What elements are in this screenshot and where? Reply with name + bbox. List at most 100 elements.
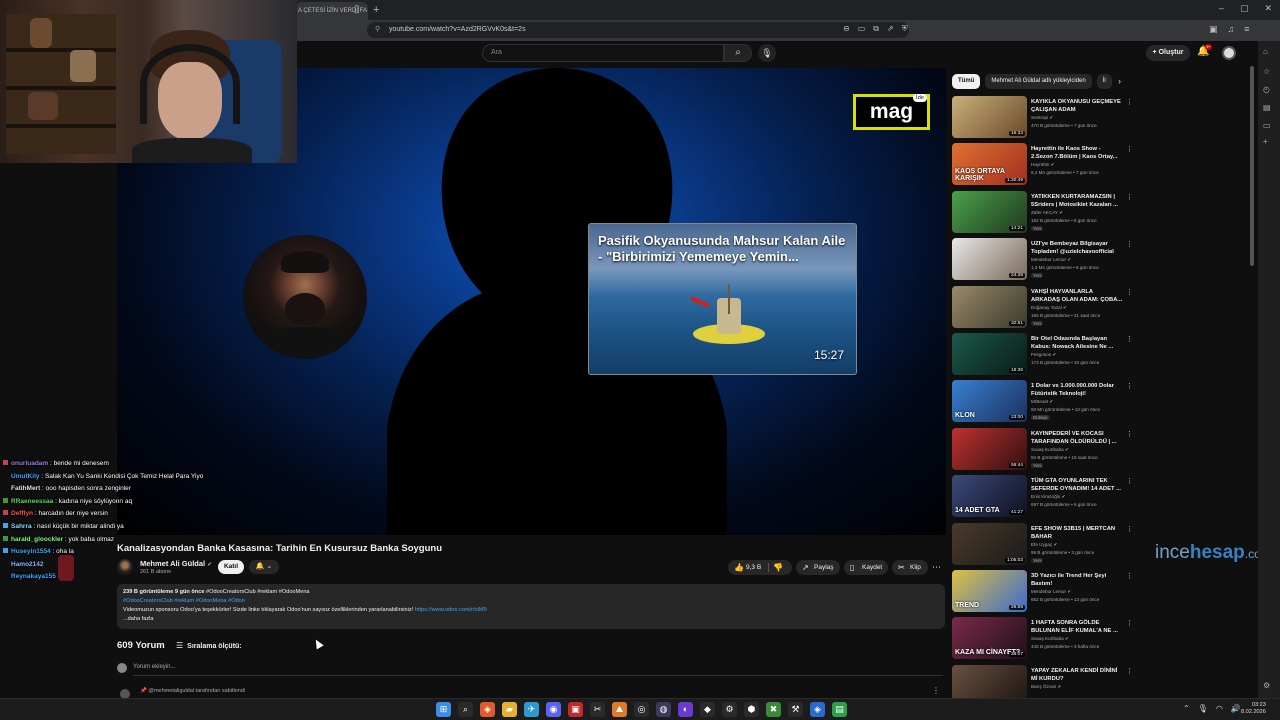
file-explorer-icon[interactable]: ▰	[502, 702, 517, 717]
create-button[interactable]: + Oluştur	[1146, 45, 1190, 61]
recommended-video[interactable]: 1:05:03 EFE SHOW S3B15 | MERTCAN BAHAR Efe…	[952, 522, 1138, 570]
chip-related[interactable]: İl	[1096, 74, 1112, 89]
site-info-icon[interactable]: ⚲	[375, 25, 380, 33]
settings-icon[interactable]: ⚙	[722, 702, 737, 717]
search-input[interactable]: Ara	[482, 44, 724, 62]
video-title[interactable]: VAHŞİ HAYVANLARLA ARKADAŞ OLAN ADAM: ÇOB…	[1031, 288, 1123, 304]
channel-name[interactable]: Fesgosoo ✔	[1031, 352, 1056, 358]
channel-name[interactable]: Zafer AKCAY ✔	[1031, 210, 1063, 216]
channel-name[interactable]: Mendebur Lemur ✔	[1031, 257, 1071, 263]
video-thumbnail[interactable]: 16:33	[952, 96, 1027, 138]
more-options-icon[interactable]: ⋮	[1126, 382, 1133, 390]
video-title[interactable]: 3D Yazıcı ile Trend Her Şeyi Bastım!	[1031, 572, 1123, 588]
chat-username[interactable]: RRaeneessaa	[11, 498, 53, 505]
video-title[interactable]: TÜM GTA OYUNLARINI TEK SEFERDE OYNADIM! …	[1031, 477, 1123, 493]
add-panel-icon[interactable]: +	[1263, 137, 1268, 146]
chat-username[interactable]: onurluadam	[11, 460, 48, 467]
telegram-icon[interactable]: ✈	[524, 702, 539, 717]
more-options-icon[interactable]: ⋮	[1126, 525, 1133, 533]
hashtag-links[interactable]: #OdooCreatorsClub #reklam #OdooMena #Odo…	[123, 597, 939, 606]
channel-name[interactable]: Doğanay Yazal ✔	[1031, 305, 1067, 311]
close-button[interactable]: ✕	[1264, 3, 1272, 14]
microphone-icon[interactable]: 🎙	[1198, 704, 1208, 713]
video-thumbnail[interactable]: 56:44	[952, 427, 1027, 470]
history-icon[interactable]: ◴	[1263, 85, 1270, 94]
channel-name[interactable]: Enis Kirazoğlu ✔	[1031, 494, 1066, 500]
chevron-right-icon[interactable]: ›	[1118, 76, 1121, 86]
wifi-icon[interactable]: ◠	[1216, 704, 1223, 713]
search-icon[interactable]: ⌕	[458, 702, 473, 717]
more-options-icon[interactable]: ⋮	[1126, 619, 1133, 627]
recommended-video[interactable]: TREND 26:59 3D Yazıcı ile Trend Her Şeyi B…	[952, 569, 1138, 617]
save-button[interactable]: ▯ Kaydet	[844, 560, 888, 575]
menu-icon[interactable]: ≡	[1244, 24, 1249, 35]
game-launcher-icon[interactable]: ⬢	[744, 702, 759, 717]
chat-username[interactable]: harald_gloockler	[11, 536, 63, 543]
settings-icon[interactable]: ⚙	[1263, 681, 1270, 690]
sort-comments-button[interactable]: ☰ Sıralama ölçütü:	[176, 641, 242, 650]
video-title[interactable]: 1 HAFTA SONRA GÖLDE BULUNAN ELİF KUMAL'A…	[1031, 619, 1123, 635]
show-more[interactable]: ...daha fazla	[123, 615, 939, 624]
recommended-video[interactable]: KLON 23:00 1 Dolar vs 1.000.000.000 Dolar …	[952, 380, 1138, 427]
video-editor-icon[interactable]: ▣	[568, 702, 583, 717]
chevron-up-icon[interactable]: ⌃	[1183, 704, 1190, 713]
recommended-video[interactable]: 32:51 VAHŞİ HAYVANLARLA ARKADAŞ OLAN ADAM…	[952, 285, 1138, 333]
channel-avatar[interactable]	[117, 559, 133, 575]
video-title[interactable]: KAYIKLA OKYANUSU GEÇMEYE ÇALIŞAN ADAM	[1031, 98, 1123, 114]
chat-username[interactable]: Huseyin1554	[11, 548, 51, 555]
recommended-video[interactable]: 24:38 UZI'ye Bembeyaz Bilgisayar Topladım…	[952, 238, 1138, 285]
chat-username[interactable]: Hamo2142	[11, 561, 44, 568]
chat-username[interactable]: Defflyn	[11, 510, 33, 517]
video-thumbnail[interactable]: 1:05:03	[952, 522, 1027, 565]
volume-icon[interactable]: 🔊	[1231, 704, 1241, 713]
video-thumbnail[interactable]: 14:21	[952, 190, 1027, 233]
video-thumbnail[interactable]: KAOS ORTAYA KARIŞIK 1:30:49	[952, 143, 1027, 186]
channel-name[interactable]: Mehmet Ali Güldal ✔	[140, 559, 212, 568]
maximize-button[interactable]: ▢	[1240, 3, 1249, 14]
recommended-video[interactable]: 18:36 Bir Otel Odasında Başlayan Kabus: N…	[952, 332, 1138, 380]
recommended-video[interactable]: 14:21 YATIKKEN KURTARAMAZSIN | 5Sriders |…	[952, 190, 1138, 238]
more-options-icon[interactable]: ⋮	[1126, 667, 1133, 675]
media-app-icon[interactable]: ◐	[678, 702, 693, 717]
minimize-button[interactable]: –	[1219, 3, 1224, 14]
video-title[interactable]: YAPAY ZEKALAR KENDİ DİNİNİ Mİ KURDU?	[1031, 667, 1123, 683]
channel-name[interactable]: Barış Özcan ✔	[1031, 684, 1061, 690]
more-options-icon[interactable]: ⋮	[1126, 430, 1133, 438]
zoom-icon[interactable]: ⊖	[843, 24, 850, 34]
dislike-button[interactable]: 👎	[773, 560, 783, 575]
brave-browser-icon[interactable]: ◈	[480, 702, 495, 717]
music-icon[interactable]: ♫	[1228, 24, 1235, 35]
chat-username[interactable]: FatihMert	[11, 485, 40, 492]
more-options-icon[interactable]: ⋮	[1126, 477, 1133, 485]
channel-name[interactable]: Hayrettin ✔	[1031, 162, 1055, 168]
channel-name[interactable]: Mendebur Lemur ✔	[1031, 589, 1071, 595]
sponsor-link[interactable]: https://www.odoo.com/r/ctM9	[415, 607, 487, 613]
recommended-video[interactable]: 56:44 KAYINPEDERİ VE KOCASI TARAFINDAN ÖL…	[952, 427, 1138, 475]
video-title[interactable]: Hayrettin ile Kaos Show - 2.Sezon 7.Bölü…	[1031, 145, 1123, 161]
video-thumbnail[interactable]: 14 ADET GTA 41:27	[952, 475, 1027, 518]
more-options-icon[interactable]: ⋮	[1126, 145, 1133, 153]
video-thumbnail[interactable]: 18:36	[952, 332, 1027, 375]
video-thumbnail[interactable]: TREND 26:59	[952, 569, 1027, 612]
more-options-icon[interactable]: ⋮	[1126, 288, 1133, 296]
tool-icon[interactable]: ⚒	[788, 702, 803, 717]
recommended-video[interactable]: 14 ADET GTA 41:27 TÜM GTA OYUNLARINI TEK S…	[952, 475, 1138, 522]
new-tab-button[interactable]: +	[373, 4, 379, 16]
shield-icon[interactable]: ⛨	[902, 24, 908, 34]
windows-start-icon[interactable]: ⊞	[436, 702, 451, 717]
xbox-icon[interactable]: ✖	[766, 702, 781, 717]
obs-icon[interactable]: ◎	[634, 702, 649, 717]
sheets-icon[interactable]: ▤	[832, 702, 847, 717]
join-button[interactable]: Katıl	[218, 560, 244, 574]
bookmark-icon[interactable]: ▯	[354, 4, 360, 15]
recommended-video[interactable]: KAZA MI CİNAYET? 38:07 1 HAFTA SONRA GÖLDE…	[952, 617, 1138, 664]
video-thumbnail[interactable]: 24:38	[952, 238, 1027, 281]
discord-icon[interactable]: ◉	[546, 702, 561, 717]
share-icon[interactable]: ⇗	[887, 24, 894, 34]
sidebar-scrollbar[interactable]	[1250, 66, 1254, 266]
more-options-icon[interactable]: ⋮	[1126, 335, 1133, 343]
recommended-video[interactable]: KAOS ORTAYA KARIŞIK 1:30:49 Hayrettin ile …	[952, 143, 1138, 190]
video-thumbnail[interactable]: KLON 23:00	[952, 380, 1027, 423]
search-button[interactable]: ⌕	[724, 44, 752, 62]
comment-more-button[interactable]: ⋮	[932, 686, 940, 695]
